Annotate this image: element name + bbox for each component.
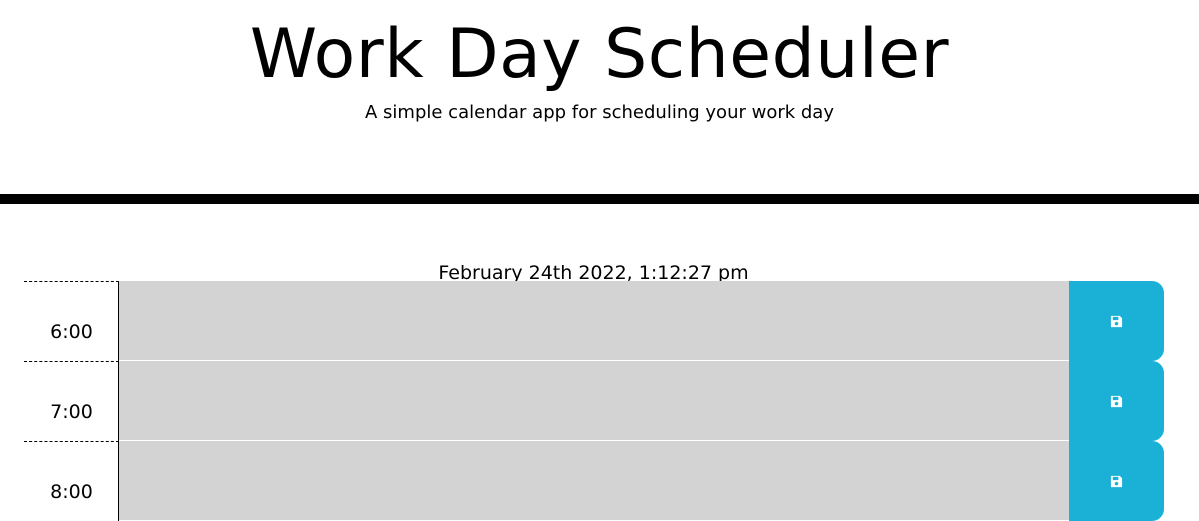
floppy-disk-icon — [1110, 315, 1123, 327]
hour-cell: 8:00 — [24, 441, 119, 521]
page-title: Work Day Scheduler — [249, 15, 950, 94]
hour-label: 6:00 — [50, 321, 93, 343]
save-button[interactable] — [1069, 441, 1164, 521]
hour-label: 7:00 — [50, 401, 93, 423]
event-description-input[interactable] — [119, 281, 1069, 361]
floppy-disk-icon — [1110, 395, 1123, 407]
hour-cell: 7:00 — [24, 361, 119, 441]
page-subtitle: A simple calendar app for scheduling you… — [365, 102, 834, 123]
hour-cell: 6:00 — [24, 281, 119, 361]
save-button[interactable] — [1069, 281, 1164, 361]
hour-label: 8:00 — [50, 481, 93, 503]
scheduler: 6:00 7:00 8:00 — [24, 281, 1164, 521]
time-block-8: 8:00 — [24, 441, 1164, 521]
save-button[interactable] — [1069, 361, 1164, 441]
header: Work Day Scheduler A simple calendar app… — [0, 0, 1199, 204]
event-description-input[interactable] — [119, 361, 1069, 441]
event-description-input[interactable] — [119, 441, 1069, 521]
time-block-7: 7:00 — [24, 361, 1164, 441]
floppy-disk-icon — [1110, 475, 1123, 487]
time-block-6: 6:00 — [24, 281, 1164, 361]
